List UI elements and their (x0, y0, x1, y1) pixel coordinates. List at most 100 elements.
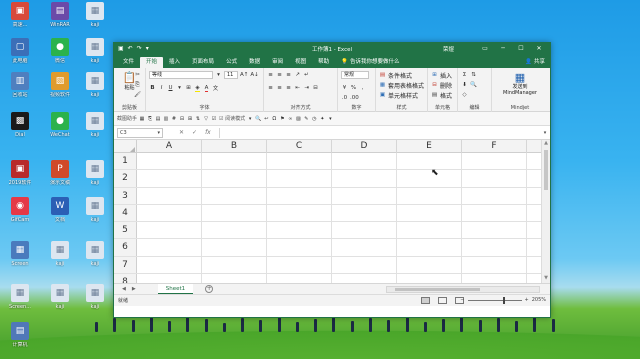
desktop-icon[interactable]: ▧ 视频软件 (43, 72, 77, 110)
desktop-icon[interactable]: ▤ 计算机 (3, 322, 37, 359)
desktop-icon[interactable]: W 文档 (43, 197, 77, 235)
underline-dropdown-icon[interactable]: ▾ (176, 84, 183, 92)
desktop-icon[interactable]: ◉ GifCam (3, 197, 37, 235)
align-left-icon[interactable]: ≡ (267, 84, 274, 92)
sort-filter-icon[interactable]: ⇅ (470, 71, 477, 79)
grid-cell[interactable] (137, 153, 202, 170)
grid-cell[interactable] (202, 153, 267, 170)
desktop-icon[interactable]: ▦ Screen... (3, 284, 37, 322)
toolbar-number-icon[interactable]: # (171, 115, 177, 122)
toolbar-star-icon[interactable]: ✦ (319, 115, 325, 122)
column-header[interactable]: E (397, 140, 462, 153)
send-to-mindmanager-button[interactable]: ▦ 发送到 MindManager (495, 70, 545, 97)
grid-cell[interactable] (462, 204, 527, 222)
desktop-icon[interactable]: ▩ Dial (3, 112, 37, 150)
grid-cell[interactable] (202, 239, 267, 256)
cell-styles-button[interactable]: ▣ 单元格样式 (379, 90, 424, 100)
vertical-scrollbar[interactable]: ▲ ▼ (541, 140, 550, 283)
expand-formula-icon[interactable]: ▾ (540, 130, 550, 136)
orientation-icon[interactable]: ↗ (294, 71, 301, 79)
chevron-down-icon[interactable]: ▾ (215, 71, 222, 79)
toolbar-grid-icon[interactable]: ▦ (139, 115, 145, 122)
grid-cell[interactable] (397, 170, 462, 187)
grid-cell[interactable] (137, 170, 202, 187)
toolbar-merge-icon[interactable]: ⊟ (179, 115, 185, 122)
align-middle-icon[interactable]: ≡ (276, 71, 283, 79)
row-header[interactable]: 8 (114, 274, 137, 283)
currency-icon[interactable]: ¥ (341, 84, 348, 92)
grid-cell[interactable] (462, 239, 527, 256)
toolbar-sort-icon[interactable]: ⇅ (195, 115, 201, 122)
number-format-select[interactable]: 常规 (341, 71, 369, 79)
zoom-slider-knob[interactable] (502, 296, 505, 304)
share-button[interactable]: 👤 共享 (525, 57, 545, 65)
desktop-icon[interactable]: ▦ kaji (78, 241, 112, 279)
column-header[interactable]: A (137, 140, 202, 153)
grid-cell[interactable] (462, 170, 527, 187)
decrease-indent-icon[interactable]: ⇤ (294, 84, 301, 92)
tab-3[interactable]: 页面布局 (186, 57, 220, 68)
autosum-icon[interactable]: Σ (461, 71, 468, 79)
grid-cell[interactable] (267, 222, 332, 239)
desktop-icon[interactable]: ▤ WinRAR (43, 2, 77, 40)
row-header[interactable]: 1 (114, 153, 137, 170)
conditional-formatting-button[interactable]: ▤ 条件格式 (379, 70, 424, 80)
toolbar-split-icon[interactable]: ⊞ (187, 115, 193, 122)
increase-decimal-icon[interactable]: .0 (341, 94, 348, 102)
grid-cell[interactable] (462, 187, 527, 204)
font-size-select[interactable]: 11 (224, 71, 238, 79)
toolbar-chart-icon[interactable]: ▥ (163, 115, 169, 122)
fill-color-icon[interactable]: ◈ (194, 84, 201, 92)
grid-cell[interactable] (137, 204, 202, 222)
column-header[interactable]: F (462, 140, 527, 153)
tab-5[interactable]: 数据 (243, 57, 266, 68)
scroll-up-icon[interactable]: ▲ (542, 140, 550, 148)
prev-sheet-icon[interactable]: ◀ (122, 286, 126, 292)
row-header[interactable]: 5 (114, 222, 137, 239)
minimize-button[interactable]: ─ (494, 43, 512, 55)
format-cells-button[interactable]: ▤ 格式 (431, 90, 454, 100)
tab-6[interactable]: 审阅 (266, 57, 289, 68)
zoom-level[interactable]: 205% (532, 297, 546, 303)
align-right-icon[interactable]: ≡ (285, 84, 292, 92)
toolbar-filter-icon[interactable]: ▽ (203, 115, 209, 122)
desktop-icon[interactable]: ▦ kaji (78, 72, 112, 110)
formula-input[interactable] (218, 127, 540, 138)
toolbar-more-icon[interactable]: ▾ (327, 115, 333, 122)
page-layout-view-icon[interactable] (438, 297, 447, 304)
grid-cell[interactable] (332, 239, 397, 256)
font-color-icon[interactable]: A (203, 84, 210, 92)
align-top-icon[interactable]: ≡ (267, 71, 274, 79)
align-bottom-icon[interactable]: ≡ (285, 71, 292, 79)
tab-0[interactable]: 文件 (117, 57, 140, 68)
row-header[interactable]: 3 (114, 187, 137, 204)
vertical-scroll-thumb[interactable] (544, 150, 548, 190)
grid-cell[interactable] (397, 187, 462, 204)
fill-icon[interactable]: ⬇ (461, 81, 468, 89)
enter-icon[interactable]: ✓ (192, 129, 197, 136)
grid-cell[interactable] (397, 256, 462, 274)
desktop-icon[interactable]: ▦ kaji (78, 38, 112, 76)
desktop-icon[interactable]: P 演示文稿 (43, 160, 77, 198)
add-sheet-button[interactable]: + (205, 285, 214, 293)
tab-8[interactable]: 帮助 (312, 57, 335, 68)
column-header[interactable]: B (202, 140, 267, 153)
grid-cell[interactable] (462, 222, 527, 239)
grid-cell[interactable] (332, 204, 397, 222)
grid-cell[interactable] (202, 222, 267, 239)
desktop-icon[interactable]: ● WeChat (43, 112, 77, 150)
zoom-out-icon[interactable]: − (460, 297, 464, 303)
find-select-icon[interactable]: 🔍 (470, 81, 477, 89)
merge-center-icon[interactable]: ⊟ (312, 84, 319, 92)
grid-cell[interactable] (202, 187, 267, 204)
grid-cell[interactable] (462, 274, 527, 283)
desktop-icon[interactable]: ● 微信 (43, 38, 77, 76)
grid-cell[interactable] (137, 256, 202, 274)
cut-icon[interactable]: ✂ (134, 71, 141, 79)
format-as-table-button[interactable]: ▦ 套用表格格式 (379, 80, 424, 90)
column-header[interactable]: C (267, 140, 332, 153)
insert-cells-button[interactable]: ⊞ 插入 (431, 70, 454, 80)
grid-cell[interactable] (332, 187, 397, 204)
zoom-in-icon[interactable]: + (525, 297, 529, 303)
desktop-icon[interactable]: ▦ kaji (43, 241, 77, 279)
